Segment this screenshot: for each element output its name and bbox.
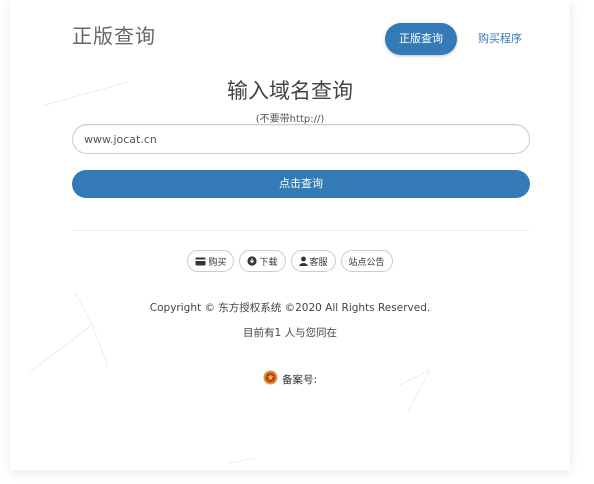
download-link-label: 下载 bbox=[259, 257, 278, 268]
nav-buy-link[interactable]: 购买程序 bbox=[470, 23, 530, 55]
query-button[interactable]: 点击查询 bbox=[72, 170, 530, 198]
divider bbox=[72, 230, 530, 231]
footer-links: 购买 下载 客服 站点公告 bbox=[10, 250, 570, 272]
copyright-text: Copyright © 东方授权系统 ©2020 All Rights Rese… bbox=[149, 302, 431, 314]
download-icon bbox=[247, 256, 258, 266]
support-link-label: 客服 bbox=[309, 257, 328, 268]
beian-row: 备案号: bbox=[10, 370, 570, 388]
online-count-text: 目前有1 人与您同在 bbox=[242, 327, 338, 339]
brand-title[interactable]: 正版查询 bbox=[72, 20, 156, 49]
user-icon bbox=[298, 256, 308, 266]
beian-label[interactable]: 备案号: bbox=[282, 372, 317, 387]
announcement-link-label: 站点公告 bbox=[348, 257, 385, 268]
input-hint: (不要带http://) bbox=[255, 114, 325, 125]
police-badge-icon bbox=[263, 370, 278, 388]
download-link-button[interactable]: 下载 bbox=[239, 250, 286, 272]
support-link-button[interactable]: 客服 bbox=[290, 250, 336, 272]
card-icon bbox=[195, 257, 206, 266]
nav-query-button[interactable]: 正版查询 bbox=[385, 23, 457, 55]
page-title: 输入域名查询 bbox=[227, 79, 353, 103]
buy-link-button[interactable]: 购买 bbox=[187, 250, 235, 272]
announcement-link-button[interactable]: 站点公告 bbox=[340, 250, 393, 272]
domain-input[interactable] bbox=[72, 124, 530, 154]
main-card: 正版查询 正版查询 购买程序 输入域名查询 (不要带http://) 点击查询 … bbox=[10, 0, 570, 470]
buy-link-label: 购买 bbox=[208, 257, 227, 268]
